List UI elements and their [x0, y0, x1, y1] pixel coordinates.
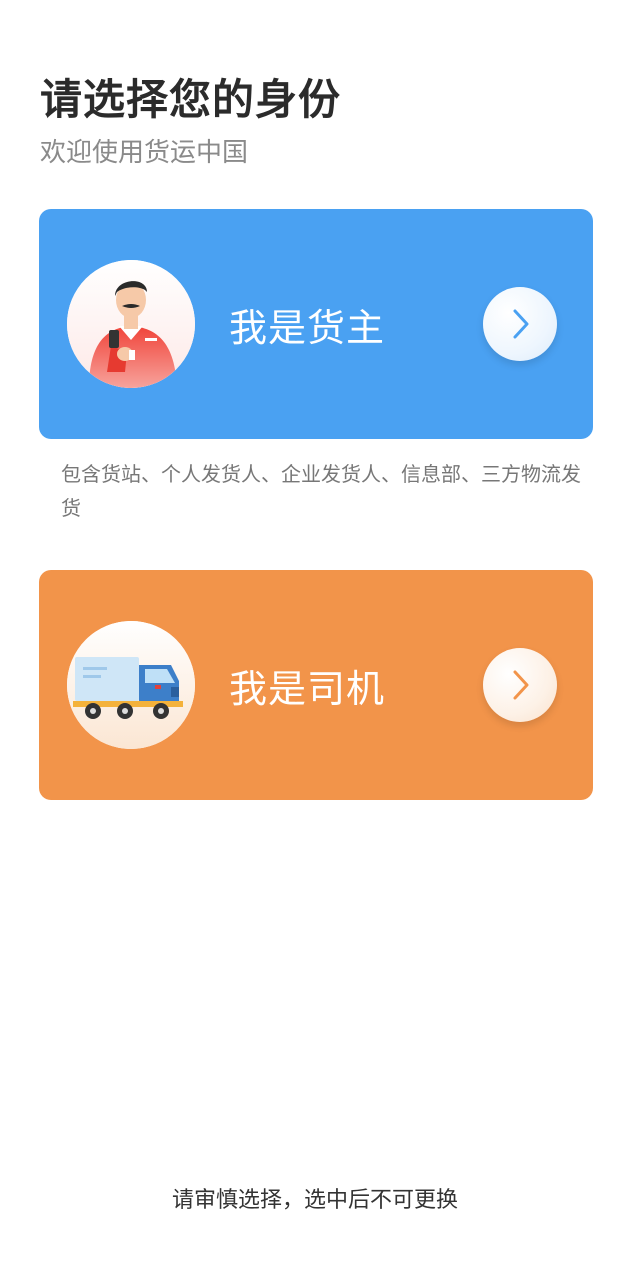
- truck-icon: [67, 621, 195, 749]
- page-title: 请选择您的身份: [40, 75, 342, 124]
- page-subtitle: 欢迎使用货运中国: [40, 138, 249, 168]
- shipper-role-label: 我是货主: [229, 306, 386, 350]
- driver-role-label: 我是司机: [229, 667, 386, 711]
- driver-arrow-button[interactable]: [483, 648, 557, 722]
- shipper-role-card[interactable]: 我是货主: [39, 209, 593, 439]
- shipper-avatar-icon: [67, 260, 195, 388]
- identity-selection-page: 请选择您的身份 欢迎使用货运中国 我是货主 包含货站、个人发货人、企业发货人、信…: [0, 0, 630, 1280]
- chevron-right-icon: [513, 309, 529, 339]
- shipper-role-description: 包含货站、个人发货人、企业发货人、信息部、三方物流发货: [61, 462, 581, 520]
- driver-role-card[interactable]: 我是司机: [39, 570, 593, 800]
- chevron-right-icon: [513, 670, 529, 700]
- shipper-arrow-button[interactable]: [483, 287, 557, 361]
- footer-warning-text: 请审慎选择，选中后不可更换: [171, 1188, 458, 1213]
